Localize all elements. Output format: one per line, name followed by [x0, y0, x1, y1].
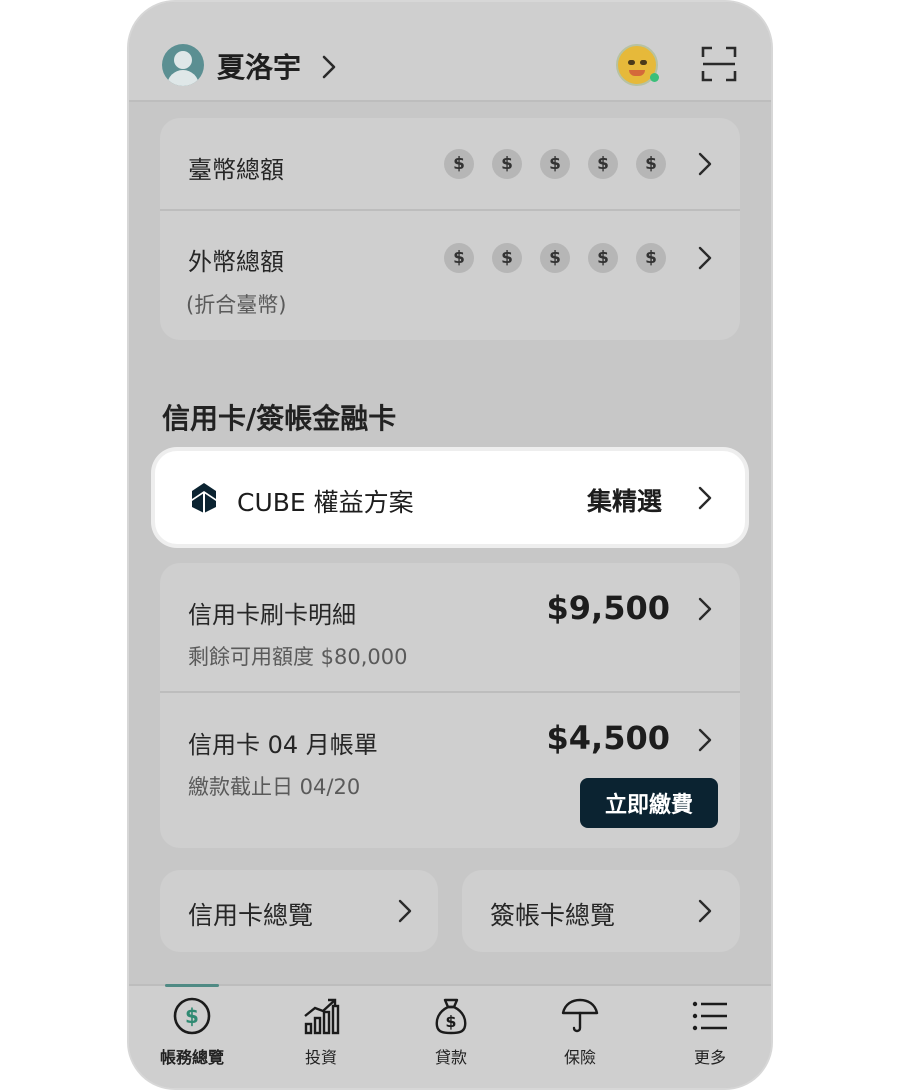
credit-card-summary: 信用卡刷卡明細 剩餘可用額度 $80,000 $9,500 信用卡 04 月帳單… [160, 563, 740, 848]
credit-card-overview-label: 信用卡總覽 [188, 901, 314, 930]
foreign-balance-title: 外幣總額 [188, 248, 284, 276]
twd-balance-title: 臺幣總額 [188, 156, 284, 184]
tab-more[interactable]: 更多 [662, 996, 758, 1068]
tab-label: 投資 [304, 1048, 337, 1067]
chevron-right-icon [698, 486, 712, 510]
profile-link[interactable]: 夏洛宇 [217, 46, 339, 86]
masked-digit-icon: $ [540, 149, 570, 179]
chevron-right-icon [322, 55, 336, 79]
pay-now-button[interactable]: 立即繳費 [580, 778, 718, 828]
chevron-right-icon [698, 152, 712, 176]
masked-digit-icon: $ [492, 243, 522, 273]
tab-investment[interactable]: 投資 [273, 996, 369, 1068]
balances-card: 臺幣總額 $ $ $ $ $ 外幣總額 (折合臺幣) $ $ $ $ $ [160, 118, 740, 340]
masked-digit-icon: $ [492, 149, 522, 179]
bottom-navigation: $ 帳務總覽 投資 $ 貸款 保險 更多 [129, 984, 771, 1088]
scan-qr-icon[interactable] [701, 46, 737, 82]
debit-card-overview-label: 簽帳卡總覽 [490, 901, 616, 930]
cube-benefits-card[interactable]: CUBE 權益方案 集精選 [155, 451, 745, 544]
twd-balance-mask: $ $ $ $ $ [444, 149, 666, 179]
chevron-right-icon [698, 899, 712, 923]
foreign-balance-subtitle: (折合臺幣) [186, 293, 287, 317]
available-credit-text: 剩餘可用額度 $80,000 [188, 645, 408, 669]
masked-digit-icon: $ [588, 243, 618, 273]
chevron-right-icon [398, 899, 412, 923]
tab-label: 帳務總覽 [159, 1048, 224, 1067]
chart-growth-icon [304, 998, 340, 1035]
card-transactions-row[interactable]: 信用卡刷卡明細 剩餘可用額度 $80,000 $9,500 [160, 563, 740, 691]
tab-label: 保險 [563, 1048, 596, 1067]
cube-benefits-label: CUBE 權益方案 [237, 488, 414, 517]
tab-label: 貸款 [434, 1048, 467, 1067]
masked-digit-icon: $ [636, 243, 666, 273]
tab-loans[interactable]: $ 貸款 [403, 996, 499, 1068]
cube-selected-plan: 集精選 [587, 487, 663, 516]
transactions-title: 信用卡刷卡明細 [188, 601, 356, 629]
chevron-right-icon [698, 728, 712, 752]
svg-text:$: $ [185, 1004, 199, 1028]
credit-section-title: 信用卡/簽帳金融卡 [162, 402, 397, 435]
svg-text:$: $ [445, 1012, 456, 1031]
mascot-assistant-icon[interactable] [616, 44, 659, 86]
masked-digit-icon: $ [444, 243, 474, 273]
chevron-right-icon [698, 597, 712, 621]
statement-title: 信用卡 04 月帳單 [188, 731, 378, 759]
statement-amount: $4,500 [546, 719, 670, 757]
avatar[interactable] [162, 44, 204, 86]
tab-insurance[interactable]: 保險 [532, 996, 628, 1068]
money-bag-icon: $ [435, 998, 467, 1035]
active-tab-indicator [165, 984, 219, 987]
umbrella-icon [561, 998, 599, 1033]
debit-card-overview-button[interactable]: 簽帳卡總覽 [462, 870, 740, 952]
cube-logo-icon [192, 483, 216, 513]
credit-card-overview-button[interactable]: 信用卡總覽 [160, 870, 438, 952]
masked-digit-icon: $ [540, 243, 570, 273]
masked-digit-icon: $ [636, 149, 666, 179]
payment-due-date: 繳款截止日 04/20 [188, 775, 361, 799]
twd-balance-row[interactable]: 臺幣總額 $ $ $ $ $ [160, 118, 740, 210]
chevron-right-icon [698, 246, 712, 270]
app-header: 夏洛宇 [129, 2, 771, 102]
transactions-amount: $9,500 [546, 589, 670, 627]
masked-digit-icon: $ [588, 149, 618, 179]
foreign-balance-row[interactable]: 外幣總額 (折合臺幣) $ $ $ $ $ [160, 211, 740, 340]
phone-screen: 夏洛宇 臺幣總額 $ $ $ $ $ 外幣總額 (折合臺幣) $ $ $ $ $… [127, 0, 773, 1090]
masked-digit-icon: $ [444, 149, 474, 179]
menu-list-icon [692, 1001, 727, 1031]
tab-label: 更多 [693, 1048, 726, 1067]
foreign-balance-mask: $ $ $ $ $ [444, 243, 666, 273]
tab-account-overview[interactable]: $ 帳務總覽 [144, 996, 240, 1068]
dollar-circle-icon: $ [173, 997, 211, 1035]
username: 夏洛宇 [217, 51, 302, 84]
